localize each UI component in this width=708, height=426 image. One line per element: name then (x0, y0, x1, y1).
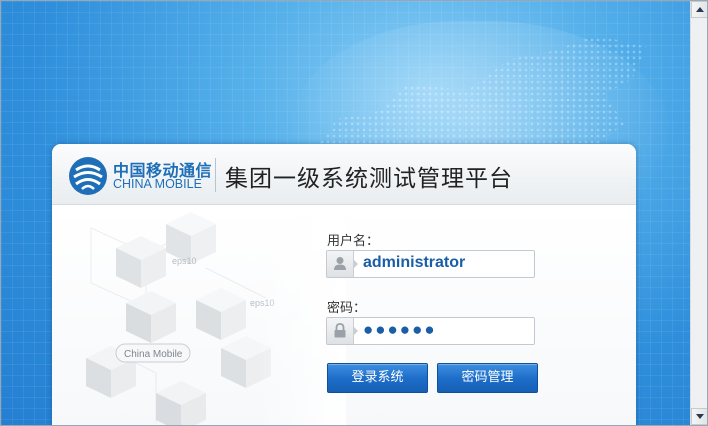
lock-icon-box (327, 318, 354, 344)
page-background: 中国移动通信 CHINA MOBILE 集团一级系统测试管理平台 eps10 C… (1, 1, 690, 425)
username-label: 用户名： (327, 234, 380, 249)
password-value[interactable]: ●●●●●● (363, 320, 437, 340)
user-icon (334, 257, 346, 270)
header-divider (215, 158, 216, 192)
cube-1 (116, 236, 166, 288)
cube-3 (196, 288, 246, 340)
arrow-up-icon (696, 7, 704, 12)
brand-name-en: CHINA MOBILE (113, 177, 202, 191)
user-icon-box (327, 251, 354, 277)
scroll-up-button[interactable] (691, 1, 708, 18)
login-button[interactable]: 登录系统 (327, 363, 428, 393)
cube-6 (156, 381, 206, 425)
field-notch (354, 260, 358, 268)
username-value[interactable]: administrator (363, 254, 465, 272)
illustration-brand-label: China Mobile (124, 349, 183, 360)
cube-illustration: eps10 eps10 China Mobile (86, 208, 346, 425)
cube-4 (126, 291, 176, 343)
password-manage-button[interactable]: 密码管理 (437, 363, 538, 393)
lock-icon (334, 323, 346, 338)
page-title: 集团一级系统测试管理平台 (225, 166, 513, 192)
field-notch (354, 327, 358, 335)
panel-header: 中国移动通信 CHINA MOBILE 集团一级系统测试管理平台 (52, 144, 636, 205)
password-label: 密码： (327, 301, 367, 316)
eps-tag-1: eps10 (172, 256, 197, 266)
username-field[interactable]: administrator (326, 250, 535, 278)
vertical-scrollbar[interactable] (690, 1, 708, 425)
scroll-down-button[interactable] (691, 408, 708, 425)
china-mobile-logo-icon (69, 157, 107, 195)
arrow-down-icon (696, 414, 704, 419)
login-panel: 中国移动通信 CHINA MOBILE 集团一级系统测试管理平台 eps10 C… (52, 144, 636, 425)
password-field[interactable]: ●●●●●● (326, 317, 535, 345)
